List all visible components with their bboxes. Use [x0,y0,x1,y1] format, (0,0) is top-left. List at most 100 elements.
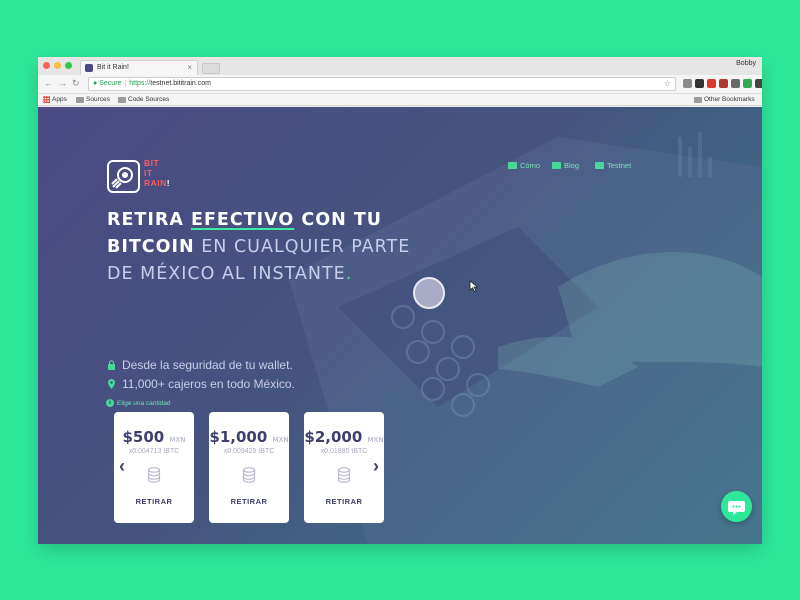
chat-button[interactable] [721,491,752,522]
bookmarks-bar: Apps Sources Code Sources Other Bookmark… [38,94,762,106]
profile-name[interactable]: Bobby [736,60,756,67]
carousel-next-chevron-icon[interactable]: › [369,456,383,476]
green-circle-extension-icon[interactable] [743,79,752,88]
coin-stack-icon [337,467,351,483]
card-price: $500 [122,428,165,446]
bookmark-other-label: Other Bookmarks [704,96,755,103]
layers-extension-icon[interactable] [695,79,704,88]
back-arrow-icon[interactable]: ← [44,78,53,88]
retirar-button[interactable]: RETIRAR [209,497,289,506]
retirar-button[interactable]: RETIRAR [114,497,194,506]
card-btc: x0.004713 tBTC [128,448,180,455]
feature-security-text: Desde la seguridad de tu wallet. [122,358,293,372]
chat-bubble-icon [728,501,745,515]
location-pin-icon [108,379,115,389]
apps-grid-icon [43,96,50,103]
bookmark-sources[interactable]: Sources [76,96,110,103]
card-currency: MXN [169,436,186,444]
logo-icon[interactable] [107,160,140,193]
hero-retira: RETIRA [107,210,191,230]
logo-line-1: BIT [144,158,160,168]
reload-icon[interactable]: ↻ [72,78,80,89]
card-currency: MXN [272,436,289,444]
bookmark-other[interactable]: Other Bookmarks [694,96,755,103]
tab-close-icon[interactable]: × [187,61,192,75]
address-bar[interactable]: ● Secure | https://testnet.bititrain.com ☆ [88,77,676,91]
title-bar: Bit it Rain! × Bobby [38,57,762,75]
carousel-prev-chevron-icon[interactable]: ‹ [115,456,129,476]
feature-atms: 11,000+ cajeros en todo México. [107,377,295,391]
card-price: $2,000 [304,428,363,446]
wallet-icon [508,162,517,169]
loading-circle [413,277,445,309]
bookmark-apps[interactable]: Apps [43,96,67,103]
abp-extension-icon[interactable] [707,79,716,88]
hero-bitcoin: BITCOIN [107,237,195,257]
hero-con-tu: CON TU [294,210,382,230]
window-controls [43,62,72,69]
blog-icon [552,162,561,169]
bookmark-star-icon[interactable]: ☆ [664,78,671,90]
coin-stack-icon [242,467,256,483]
bookmark-apps-label: Apps [52,96,67,103]
info-icon: i [106,399,114,407]
coin-rain-icon [111,167,133,189]
extension-icons [683,79,762,88]
nav-blog[interactable]: Blog [552,161,579,170]
amount-hint: i Elige una cantidad [106,399,171,407]
folder-icon [118,96,126,103]
card-currency: MXN [367,436,384,444]
hero-dot: . [345,264,353,284]
hero-headline: RETIRA EFECTIVO CON TU BITCOIN EN CUALQU… [107,207,410,288]
bookmark-sources-label: Sources [86,96,110,103]
bulb-extension-icon[interactable] [683,79,692,88]
nav-como-label: Cómo [520,161,541,170]
forward-arrow-icon[interactable]: → [58,78,67,88]
browser-window: Bit it Rain! × Bobby ← → ↻ ● Secure | https… [38,57,762,544]
browser-toolbar: ← → ↻ ● Secure | https://testnet.bititrain.… [38,75,762,94]
feature-atms-text: 11,000+ cajeros en todo México. [122,377,295,391]
browser-tab[interactable]: Bit it Rain! × [80,60,198,75]
logo-bang: ! [166,178,171,188]
hero-line2-rest: EN CUALQUIER PARTE [194,237,411,257]
secure-label: Secure [99,80,122,87]
favicon-icon [85,64,93,72]
feature-security: Desde la seguridad de tu wallet. [107,358,293,372]
nav-como[interactable]: Cómo [508,161,540,170]
bookmark-code-sources-label: Code Sources [128,96,170,103]
testnet-icon [595,162,604,169]
nav-testnet-label: Testnet [607,161,632,170]
hero-efectivo: EFECTIVO [191,210,295,230]
amount-card-1000[interactable]: $1,000 MXN x0.009425 tBTC RETIRAR [209,412,289,523]
url-host: testnet.bititrain.com [150,80,211,87]
card-price: $1,000 [209,428,268,446]
coin-stack-icon [147,467,161,483]
retirar-button[interactable]: RETIRAR [304,497,384,506]
pdf-extension-icon[interactable] [719,79,728,88]
bookmark-code-sources[interactable]: Code Sources [118,96,169,103]
folder-icon [694,96,702,103]
nav-testnet[interactable]: Testnet [595,161,631,170]
mouse-cursor-icon [469,280,479,292]
maximize-window-button[interactable] [65,62,72,69]
card-btc: x0.01885 tBTC [320,448,368,455]
lock-icon [108,360,115,370]
hero-line3: DE MÉXICO AL INSTANTE [107,264,346,284]
font-extension-icon[interactable] [755,79,762,88]
logo-line-2: IT [144,168,153,178]
folder-icon [76,96,84,103]
minimize-window-button[interactable] [54,62,61,69]
logo-line-3: RAIN [144,178,167,188]
card-btc: x0.009425 tBTC [223,448,275,455]
tab-title: Bit it Rain! [97,64,129,71]
new-tab-button[interactable] [202,63,220,74]
page-content: BIT IT RAIN! Cómo Blog Testnet RETIRA EF… [38,107,762,544]
url-separator: | [124,80,127,87]
amount-hint-text: Elige una cantidad [117,399,171,407]
secure-lock-icon: ● [93,80,98,87]
close-window-button[interactable] [43,62,50,69]
nav-blog-label: Blog [564,161,580,170]
logo-wordmark[interactable]: BIT IT RAIN! [144,158,170,188]
grid-extension-icon[interactable] [731,79,740,88]
url-scheme: https:// [129,80,151,87]
